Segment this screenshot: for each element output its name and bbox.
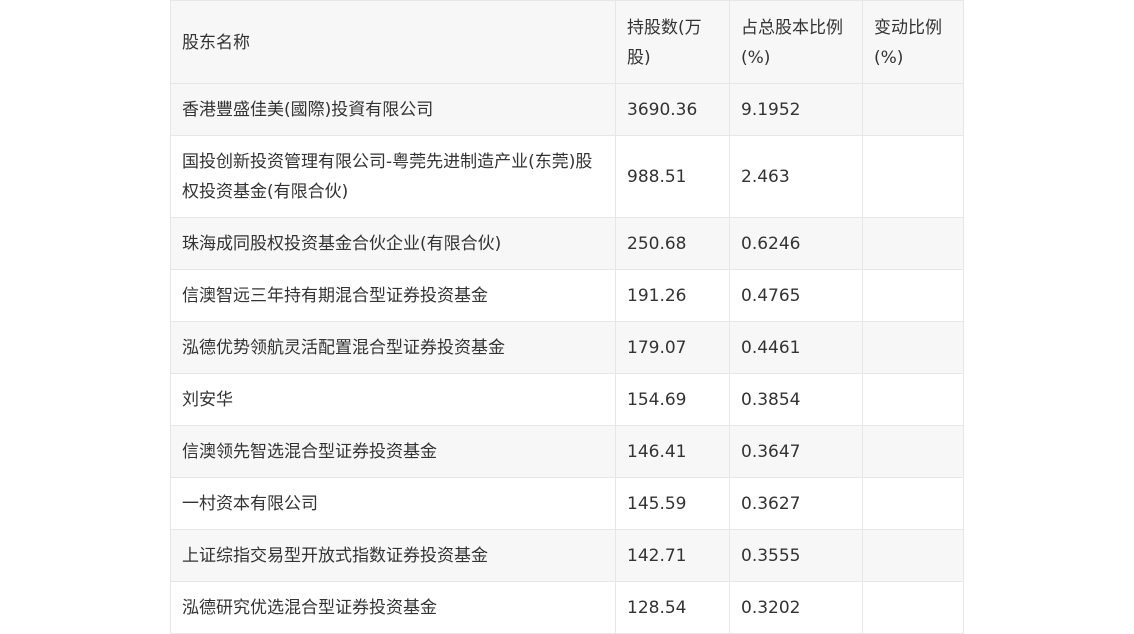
cell-change-ratio <box>862 135 964 218</box>
table-header: 股东名称 持股数(万股) 占总股本比例(%) 变动比例(%) <box>170 0 964 84</box>
cell-shareholder-name: 信澳领先智选混合型证券投资基金 <box>170 425 616 478</box>
cell-change-ratio <box>862 269 964 322</box>
cell-change-ratio <box>862 217 964 270</box>
cell-share-ratio: 0.4461 <box>729 321 863 374</box>
cell-change-ratio <box>862 529 964 582</box>
table-row: 信澳智远三年持有期混合型证券投资基金 191.26 0.4765 <box>170 269 964 322</box>
table-row: 上证综指交易型开放式指数证券投资基金 142.71 0.3555 <box>170 529 964 582</box>
cell-shareholder-name: 上证综指交易型开放式指数证券投资基金 <box>170 529 616 582</box>
table-row: 香港豐盛佳美(國際)投資有限公司 3690.36 9.1952 <box>170 83 964 136</box>
cell-change-ratio <box>862 581 964 634</box>
cell-shares: 146.41 <box>615 425 730 478</box>
header-share-ratio: 占总股本比例(%) <box>729 0 863 84</box>
cell-share-ratio: 0.3555 <box>729 529 863 582</box>
table-row: 泓德优势领航灵活配置混合型证券投资基金 179.07 0.4461 <box>170 321 964 374</box>
cell-shareholder-name: 国投创新投资管理有限公司-粤莞先进制造产业(东莞)股权投资基金(有限合伙) <box>170 135 616 218</box>
cell-change-ratio <box>862 321 964 374</box>
cell-change-ratio <box>862 425 964 478</box>
cell-share-ratio: 0.3202 <box>729 581 863 634</box>
cell-share-ratio: 2.463 <box>729 135 863 218</box>
cell-shareholder-name: 刘安华 <box>170 373 616 426</box>
cell-shares: 145.59 <box>615 477 730 530</box>
header-shareholder-name: 股东名称 <box>170 0 616 84</box>
cell-shares: 154.69 <box>615 373 730 426</box>
cell-change-ratio <box>862 373 964 426</box>
table-row: 刘安华 154.69 0.3854 <box>170 373 964 426</box>
cell-shares: 250.68 <box>615 217 730 270</box>
header-row: 股东名称 持股数(万股) 占总股本比例(%) 变动比例(%) <box>170 0 964 84</box>
table-row: 珠海成同股权投资基金合伙企业(有限合伙) 250.68 0.6246 <box>170 217 964 270</box>
cell-share-ratio: 0.6246 <box>729 217 863 270</box>
cell-share-ratio: 9.1952 <box>729 83 863 136</box>
table-row: 国投创新投资管理有限公司-粤莞先进制造产业(东莞)股权投资基金(有限合伙) 98… <box>170 135 964 218</box>
cell-shares: 128.54 <box>615 581 730 634</box>
cell-share-ratio: 0.3647 <box>729 425 863 478</box>
cell-shareholder-name: 一村资本有限公司 <box>170 477 616 530</box>
cell-share-ratio: 0.3627 <box>729 477 863 530</box>
cell-shareholder-name: 泓德研究优选混合型证券投资基金 <box>170 581 616 634</box>
table-body: 香港豐盛佳美(國際)投資有限公司 3690.36 9.1952 国投创新投资管理… <box>170 83 964 634</box>
cell-shares: 142.71 <box>615 529 730 582</box>
cell-change-ratio <box>862 83 964 136</box>
cell-shares: 179.07 <box>615 321 730 374</box>
cell-shares: 988.51 <box>615 135 730 218</box>
table-row: 一村资本有限公司 145.59 0.3627 <box>170 477 964 530</box>
cell-change-ratio <box>862 477 964 530</box>
shareholder-table: 股东名称 持股数(万股) 占总股本比例(%) 变动比例(%) 香港豐盛佳美(國際… <box>170 0 964 634</box>
cell-share-ratio: 0.4765 <box>729 269 863 322</box>
cell-shareholder-name: 信澳智远三年持有期混合型证券投资基金 <box>170 269 616 322</box>
cell-shareholder-name: 泓德优势领航灵活配置混合型证券投资基金 <box>170 321 616 374</box>
cell-shares: 191.26 <box>615 269 730 322</box>
cell-share-ratio: 0.3854 <box>729 373 863 426</box>
table-row: 信澳领先智选混合型证券投资基金 146.41 0.3647 <box>170 425 964 478</box>
cell-shares: 3690.36 <box>615 83 730 136</box>
cell-shareholder-name: 珠海成同股权投资基金合伙企业(有限合伙) <box>170 217 616 270</box>
table-row: 泓德研究优选混合型证券投资基金 128.54 0.3202 <box>170 581 964 634</box>
cell-shareholder-name: 香港豐盛佳美(國際)投資有限公司 <box>170 83 616 136</box>
header-shares: 持股数(万股) <box>615 0 730 84</box>
header-change-ratio: 变动比例(%) <box>862 0 964 84</box>
